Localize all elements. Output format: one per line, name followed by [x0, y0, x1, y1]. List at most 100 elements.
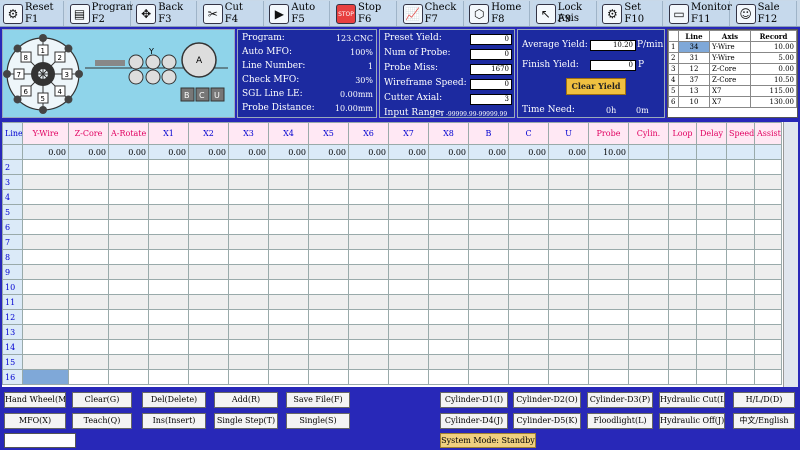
- grid-cell[interactable]: [726, 204, 755, 220]
- grid-cell[interactable]: [308, 324, 349, 340]
- grid-cell[interactable]: [508, 264, 549, 280]
- grid-cell[interactable]: [726, 324, 755, 340]
- grid-cell[interactable]: [268, 264, 309, 280]
- grid-cell[interactable]: [508, 174, 549, 190]
- grid-cell[interactable]: [726, 339, 755, 355]
- grid-cell[interactable]: [308, 219, 349, 235]
- grid-cell[interactable]: [308, 294, 349, 310]
- grid-cell[interactable]: [428, 354, 469, 370]
- grid-cell[interactable]: [668, 249, 697, 265]
- bottom-button-mfo-x[interactable]: MFO(X): [4, 413, 66, 429]
- toolbar-button-f7[interactable]: 📈 Check F7: [399, 1, 464, 26]
- grid-cell[interactable]: [308, 369, 349, 385]
- grid-cell[interactable]: [22, 234, 69, 250]
- grid-cell[interactable]: [188, 324, 229, 340]
- grid-cell[interactable]: 0.00: [508, 144, 549, 160]
- grid-cell[interactable]: [348, 324, 389, 340]
- grid-cell[interactable]: [348, 249, 389, 265]
- grid-cell[interactable]: [308, 264, 349, 280]
- column-header-a-rotate[interactable]: A-Rotate: [108, 122, 149, 145]
- clear-yield-button[interactable]: Clear Yield: [566, 78, 626, 95]
- column-header-x2[interactable]: X2: [188, 122, 229, 145]
- grid-cell[interactable]: 0.00: [308, 144, 349, 160]
- grid-cell[interactable]: [548, 159, 589, 175]
- toolbar-button-f3[interactable]: ✥ Back F3: [133, 1, 198, 26]
- grid-cell[interactable]: [428, 219, 469, 235]
- grid-cell[interactable]: [548, 189, 589, 205]
- grid-cell[interactable]: [308, 204, 349, 220]
- column-header-x7[interactable]: X7: [388, 122, 429, 145]
- grid-cell[interactable]: [228, 204, 269, 220]
- grid-cell[interactable]: [388, 234, 429, 250]
- grid-cell[interactable]: [348, 354, 389, 370]
- grid-cell[interactable]: [696, 159, 727, 175]
- bottom-button-teach-q[interactable]: Teach(Q): [72, 413, 132, 429]
- grid-cell[interactable]: [228, 219, 269, 235]
- toolbar-button-f4[interactable]: ✂ Cut F4: [199, 1, 264, 26]
- grid-cell[interactable]: [388, 219, 429, 235]
- grid-cell[interactable]: [388, 324, 429, 340]
- grid-cell[interactable]: [268, 189, 309, 205]
- toolbar-button-f2[interactable]: ▤ Program F2: [66, 1, 136, 26]
- grid-cell[interactable]: [108, 234, 149, 250]
- grid-cell[interactable]: [696, 369, 727, 385]
- grid-cell[interactable]: [308, 189, 349, 205]
- grid-cell[interactable]: [228, 279, 269, 295]
- grid-cell[interactable]: [428, 249, 469, 265]
- grid-cell[interactable]: [268, 294, 309, 310]
- grid-cell[interactable]: [108, 309, 149, 325]
- grid-cell[interactable]: 0.00: [388, 144, 429, 160]
- grid-cell[interactable]: [508, 279, 549, 295]
- grid-cell[interactable]: [548, 354, 589, 370]
- column-header-b[interactable]: B: [468, 122, 509, 145]
- grid-cell[interactable]: [696, 219, 727, 235]
- bottom-button-cylinder-d3-p[interactable]: Cylinder-D3(P): [587, 392, 653, 408]
- column-header-y-wire[interactable]: Y-Wire: [22, 122, 69, 145]
- grid-cell[interactable]: [754, 324, 782, 340]
- grid-cell[interactable]: [668, 264, 697, 280]
- info-input[interactable]: 3: [470, 94, 512, 105]
- grid-cell[interactable]: [68, 339, 109, 355]
- table-row[interactable]: 6: [2, 219, 782, 235]
- table-row[interactable]: 7: [2, 234, 782, 250]
- grid-cell[interactable]: [348, 264, 389, 280]
- grid-cell[interactable]: [22, 219, 69, 235]
- grid-cell[interactable]: [696, 279, 727, 295]
- grid-cell[interactable]: [188, 219, 229, 235]
- grid-cell[interactable]: [68, 204, 109, 220]
- grid-cell[interactable]: 0.00: [68, 144, 109, 160]
- grid-cell[interactable]: [696, 234, 727, 250]
- grid-cell[interactable]: [68, 354, 109, 370]
- grid-cell[interactable]: [508, 159, 549, 175]
- grid-cell[interactable]: [428, 189, 469, 205]
- grid-cell[interactable]: [308, 339, 349, 355]
- grid-cell[interactable]: [668, 369, 697, 385]
- table-row[interactable]: 13: [2, 324, 782, 340]
- bottom-button-single-step-t[interactable]: Single Step(T): [214, 413, 278, 429]
- toolbar-button-f8[interactable]: ⬡ Home F8: [466, 1, 531, 26]
- grid-cell[interactable]: [468, 159, 509, 175]
- column-header-delay[interactable]: Delay: [696, 122, 727, 145]
- grid-cell[interactable]: [268, 369, 309, 385]
- grid-cell[interactable]: [68, 324, 109, 340]
- grid-cell[interactable]: [68, 189, 109, 205]
- grid-cell[interactable]: [588, 294, 629, 310]
- grid-cell[interactable]: [696, 354, 727, 370]
- grid-cell[interactable]: [508, 204, 549, 220]
- table-row[interactable]: 8: [2, 249, 782, 265]
- grid-cell[interactable]: [468, 204, 509, 220]
- grid-cell[interactable]: [68, 309, 109, 325]
- grid-cell[interactable]: [628, 204, 669, 220]
- grid-cell[interactable]: [468, 309, 509, 325]
- grid-cell[interactable]: [548, 219, 589, 235]
- grid-cell[interactable]: [268, 234, 309, 250]
- table-row[interactable]: 14: [2, 339, 782, 355]
- grid-cell[interactable]: [726, 309, 755, 325]
- bottom-button-clear-g[interactable]: Clear(G): [72, 392, 132, 408]
- grid-cell[interactable]: 0.00: [348, 144, 389, 160]
- grid-cell[interactable]: [428, 264, 469, 280]
- grid-cell[interactable]: [188, 159, 229, 175]
- grid-cell[interactable]: [508, 339, 549, 355]
- grid-cell[interactable]: [308, 279, 349, 295]
- grid-cell[interactable]: [696, 339, 727, 355]
